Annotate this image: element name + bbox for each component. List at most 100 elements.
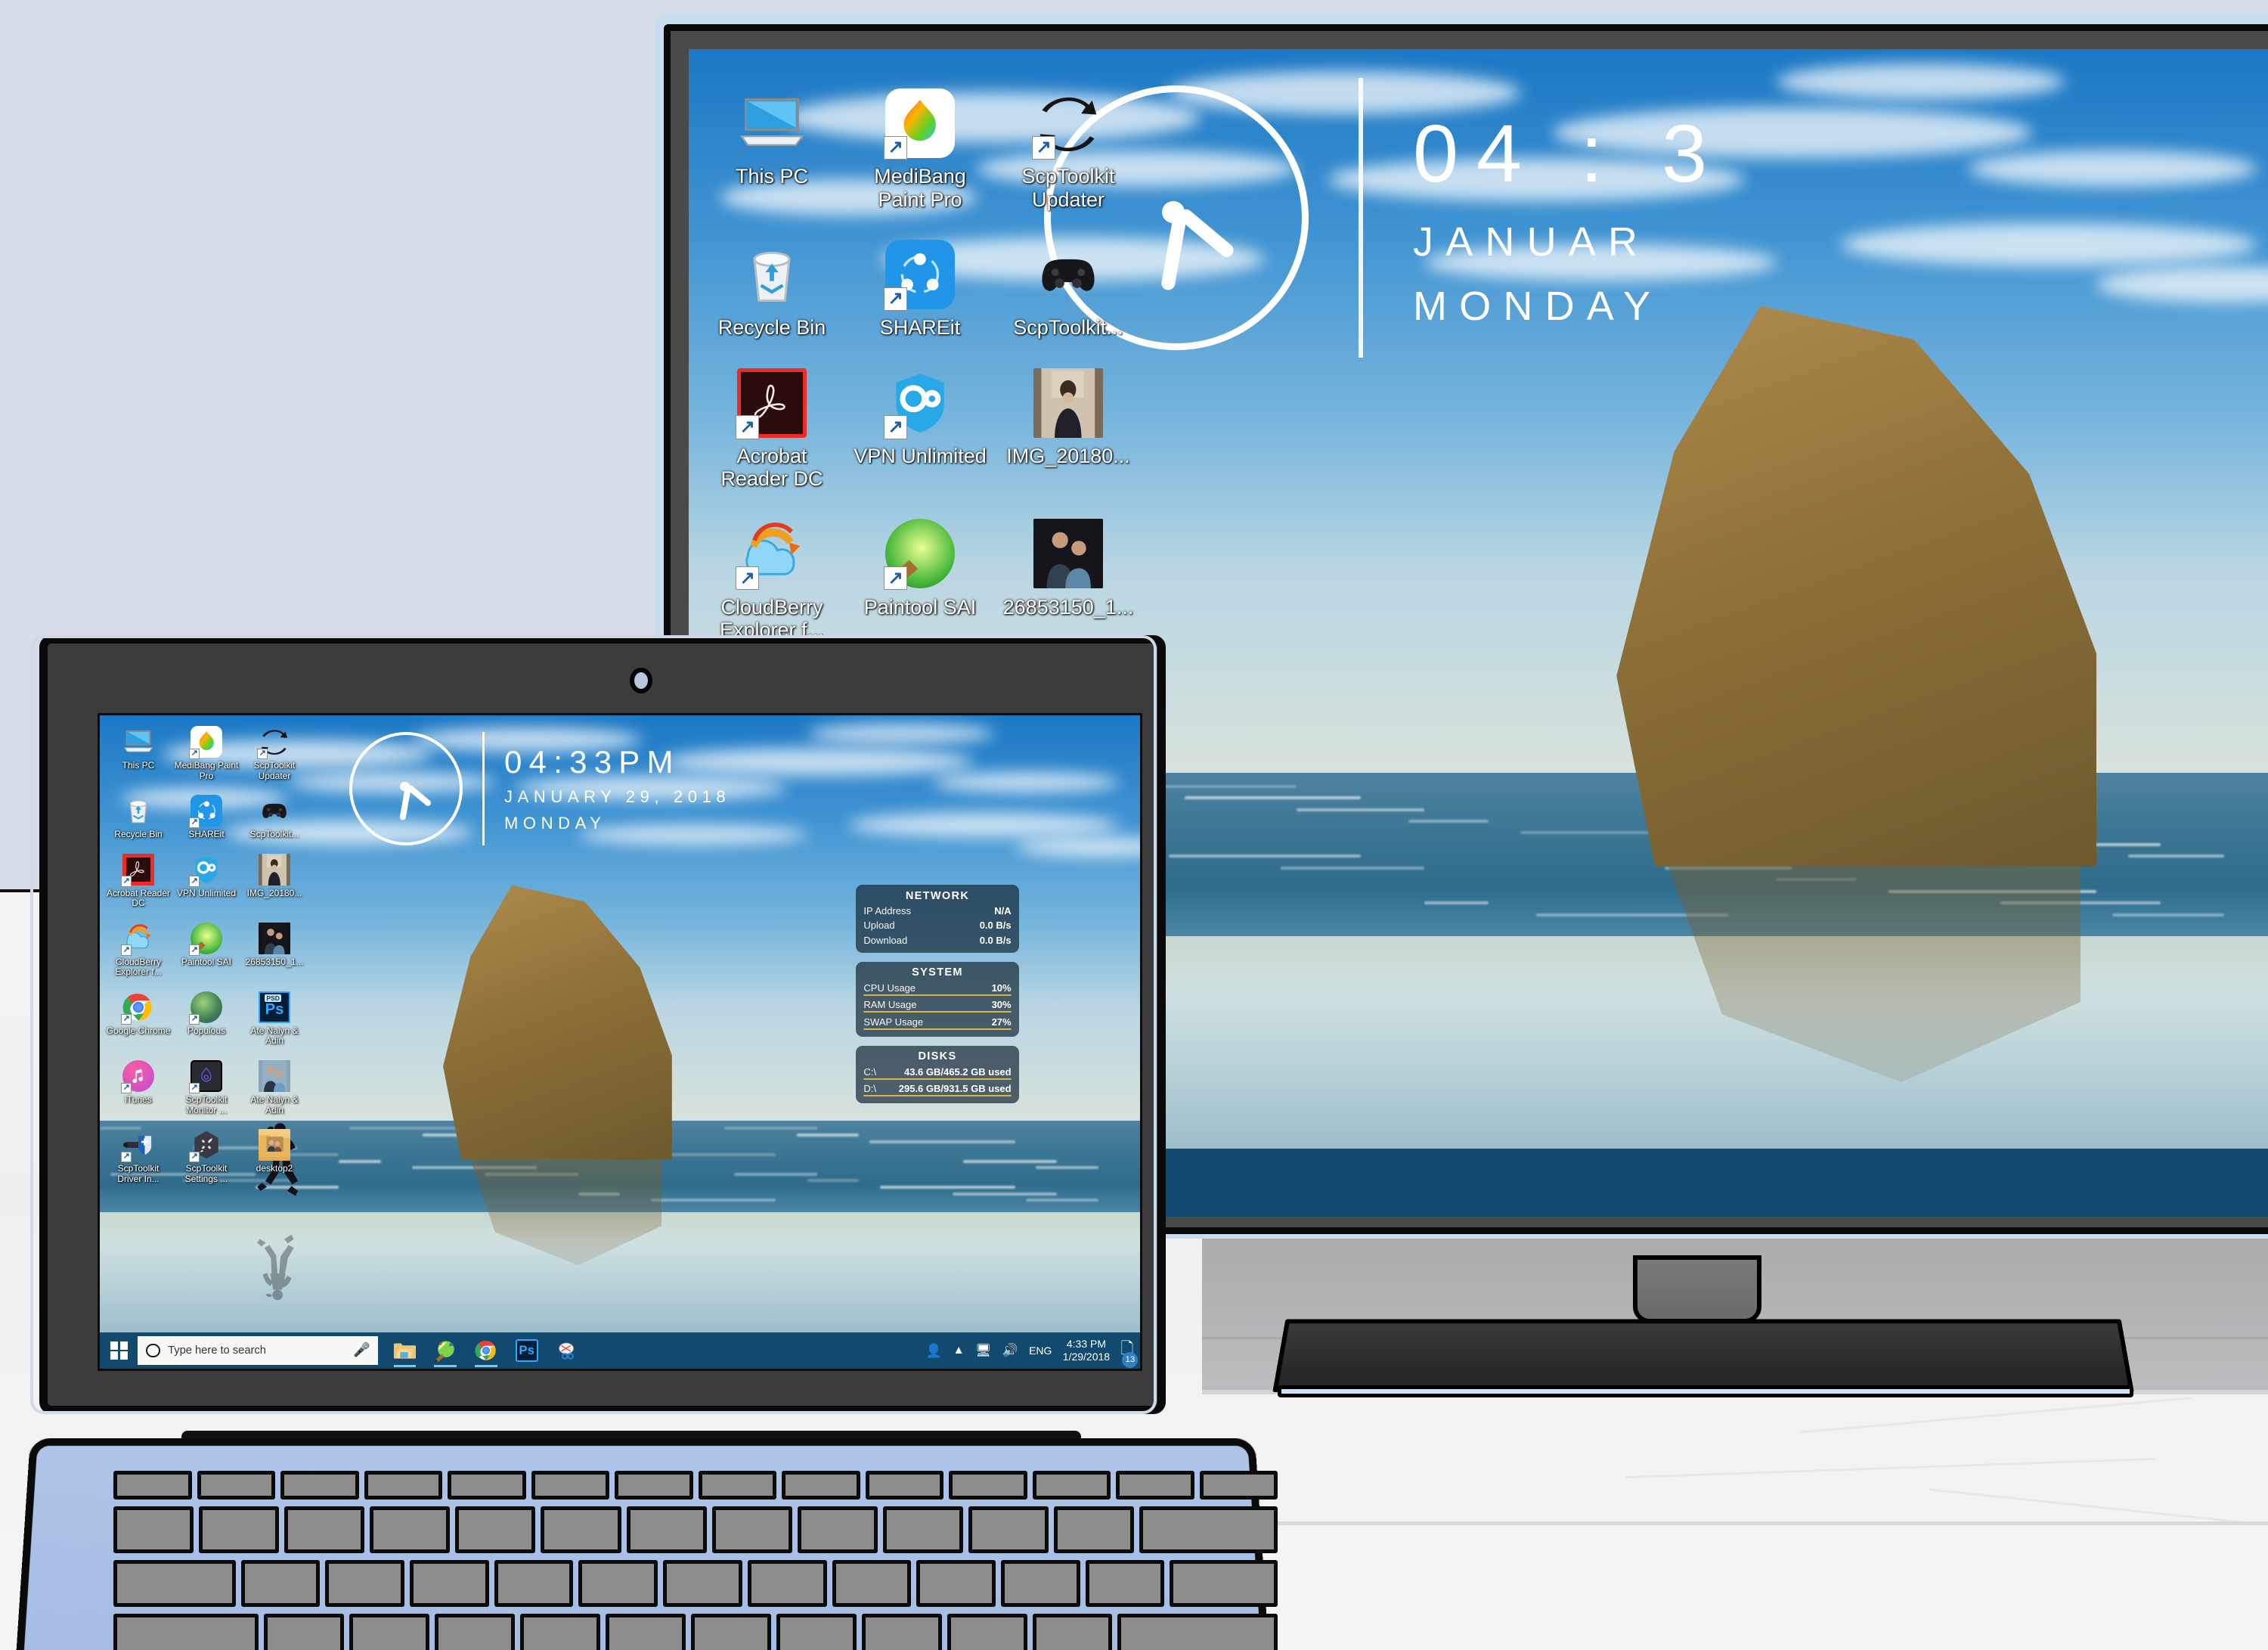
keyboard-key[interactable]: [520, 1614, 600, 1650]
desktop-icon[interactable]: ↗ ScpToolkit Settings ...: [174, 1129, 239, 1184]
keyboard-key[interactable]: [280, 1471, 359, 1500]
keyboard-key[interactable]: [435, 1614, 516, 1650]
keyboard-key[interactable]: [494, 1560, 574, 1607]
desktop-icon[interactable]: ↗ SHAREit: [174, 795, 239, 840]
desktop-icon[interactable]: Ate Nalyn & Adin: [242, 1059, 307, 1115]
desktop-icon[interactable]: ↗ iTunes: [106, 1059, 171, 1115]
keyboard-key[interactable]: [698, 1471, 776, 1500]
keyboard-key[interactable]: [349, 1614, 430, 1650]
keyboard-key[interactable]: [113, 1506, 194, 1553]
keyboard-key[interactable]: [882, 1506, 963, 1553]
desktop-icon[interactable]: 26853150_1...: [999, 519, 1138, 641]
keyboard-key[interactable]: [364, 1471, 442, 1500]
keyboard-key[interactable]: [747, 1560, 827, 1607]
desktop-icon[interactable]: ↗ Paintool SAI: [174, 922, 239, 978]
desktop-icon[interactable]: desktop2: [242, 1128, 307, 1184]
desktop-icon[interactable]: 26853150_1...: [242, 922, 307, 978]
laptop-keyboard[interactable]: [113, 1471, 1278, 1650]
desktop-icon[interactable]: ScpToolkit...: [242, 795, 307, 840]
desktop-icon[interactable]: ↗ CloudBerry Explorer f...: [702, 519, 841, 641]
desktop-icon[interactable]: ↗ VPN Unlimited: [850, 368, 990, 491]
taskbar-app-paintool-sai[interactable]: [428, 1332, 463, 1369]
desktop-icon[interactable]: ↗ MediBang Paint Pro: [850, 88, 990, 211]
taskbar-app-file-explorer[interactable]: [387, 1332, 422, 1369]
keyboard-key[interactable]: [797, 1506, 878, 1553]
keyboard-key[interactable]: [284, 1506, 365, 1553]
keyboard-key[interactable]: [782, 1471, 860, 1500]
taskbar-app-google-chrome[interactable]: [469, 1332, 503, 1369]
keyboard-key[interactable]: [968, 1506, 1049, 1553]
desktop-icon[interactable]: ↗ ScpToolkit Driver In...: [106, 1129, 171, 1184]
desktop-icon[interactable]: ↗ ScpToolkit Updater: [999, 88, 1138, 211]
microphone-icon[interactable]: 🎤: [353, 1342, 370, 1358]
desktop-icon[interactable]: PSDPs Ate Nalyn & Adin: [242, 991, 307, 1047]
keyboard-key[interactable]: [325, 1560, 404, 1607]
keyboard-key[interactable]: [455, 1506, 536, 1553]
keyboard-key[interactable]: [541, 1506, 621, 1553]
keyboard-key[interactable]: [199, 1506, 280, 1553]
keyboard-key[interactable]: [865, 1471, 943, 1500]
keyboard-key[interactable]: [113, 1471, 192, 1500]
keyboard-key[interactable]: [832, 1560, 912, 1607]
desktop-icon[interactable]: ↗ CloudBerry Explorer f...: [106, 923, 171, 978]
keyboard-key[interactable]: [578, 1560, 658, 1607]
desktop-icon[interactable]: ↗ ScpToolkit Updater: [242, 726, 307, 781]
desktop-icon[interactable]: Recycle Bin: [702, 240, 841, 340]
language-indicator[interactable]: ENG: [1029, 1345, 1052, 1357]
desktop-icon[interactable]: ↗ Acrobat Reader DC: [702, 368, 841, 491]
action-center-icon[interactable]: 🗋 13: [1120, 1338, 1139, 1368]
taskbar-clock[interactable]: 4:33 PM 1/29/2018: [1063, 1338, 1110, 1364]
keyboard-key[interactable]: [1032, 1614, 1113, 1650]
keyboard-key[interactable]: [776, 1614, 857, 1650]
keyboard-key[interactable]: [1054, 1506, 1135, 1553]
desktop-icon[interactable]: ↗ Google Chrome: [106, 991, 171, 1047]
keyboard-key[interactable]: [1117, 1614, 1278, 1650]
keyboard-key[interactable]: [626, 1506, 707, 1553]
desktop-icon[interactable]: ↗ SHAREit: [850, 239, 990, 340]
start-button[interactable]: [100, 1332, 138, 1369]
chevron-up-icon[interactable]: ▲: [953, 1344, 964, 1357]
keyboard-key[interactable]: [605, 1614, 686, 1650]
keyboard-key[interactable]: [448, 1471, 526, 1500]
desktop-icon[interactable]: ↗ Acrobat Reader DC: [106, 853, 171, 909]
desktop-icon[interactable]: ↗ Populous: [174, 991, 239, 1047]
people-icon[interactable]: 👤: [925, 1343, 942, 1359]
desktop-icon[interactable]: This PC: [106, 726, 171, 781]
keyboard-key[interactable]: [663, 1560, 742, 1607]
desktop-icon[interactable]: ↗ VPN Unlimited: [174, 854, 239, 909]
volume-icon[interactable]: 🔊: [1002, 1343, 1018, 1358]
keyboard-key[interactable]: [113, 1560, 236, 1607]
taskbar-app-snipping-tool[interactable]: [550, 1332, 584, 1369]
keyboard-key[interactable]: [197, 1471, 275, 1500]
keyboard-key[interactable]: [615, 1471, 693, 1500]
desktop-icon[interactable]: This PC: [702, 88, 841, 211]
keyboard-key[interactable]: [264, 1614, 345, 1650]
network-icon[interactable]: 🖥: [975, 1343, 991, 1358]
keyboard-key[interactable]: [1199, 1471, 1278, 1500]
laptop-screen[interactable]: 04:33PM JANUARY 29, 2018 MONDAY This PC …: [98, 713, 1142, 1371]
keyboard-key[interactable]: [949, 1471, 1027, 1500]
keyboard-key[interactable]: [531, 1471, 609, 1500]
keyboard-key[interactable]: [1139, 1506, 1278, 1553]
keyboard-key[interactable]: [113, 1614, 259, 1650]
keyboard-key[interactable]: [690, 1614, 771, 1650]
desktop-icon[interactable]: ↗ MediBang Paint Pro: [174, 726, 239, 781]
desktop-icon[interactable]: IMG_20180...: [999, 368, 1138, 491]
keyboard-key[interactable]: [1001, 1560, 1080, 1607]
keyboard-key[interactable]: [409, 1560, 489, 1607]
keyboard-key[interactable]: [1032, 1471, 1111, 1500]
keyboard-key[interactable]: [711, 1506, 792, 1553]
keyboard-key[interactable]: [1116, 1471, 1194, 1500]
desktop-icon[interactable]: ScpToolkit...: [999, 240, 1138, 340]
keyboard-key[interactable]: [370, 1506, 451, 1553]
desktop-icon[interactable]: Recycle Bin: [106, 795, 171, 840]
keyboard-key[interactable]: [1085, 1560, 1165, 1607]
keyboard-key[interactable]: [240, 1560, 321, 1607]
search-box[interactable]: Type here to search 🎤: [138, 1335, 379, 1366]
desktop-icon[interactable]: ↗ Paintool SAI: [850, 519, 990, 641]
desktop-icon[interactable]: IMG_20180...: [242, 853, 307, 909]
keyboard-key[interactable]: [861, 1614, 942, 1650]
keyboard-key[interactable]: [916, 1560, 996, 1607]
keyboard-key[interactable]: [947, 1614, 1027, 1650]
desktop-icon[interactable]: ↗ ScpToolkit Monitor ...: [174, 1059, 239, 1115]
